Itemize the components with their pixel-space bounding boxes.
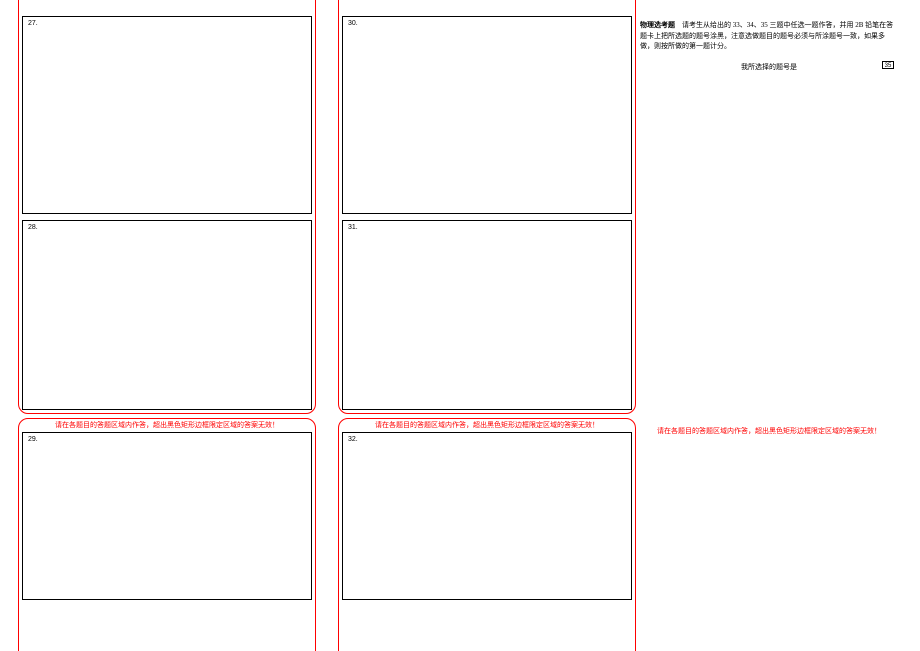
column-2: 30. 31. 请在各题目的答题区域内作答，超出黑色矩形边框限定区域的答案无效！… <box>342 0 632 651</box>
question-box-28: 28. <box>22 220 312 410</box>
question-number-28: 28. <box>28 224 38 231</box>
warning-text-col2: 请在各题目的答题区域内作答，超出黑色矩形边框限定区域的答案无效！ <box>338 420 636 430</box>
question-number-32: 32. <box>348 436 358 443</box>
choose-label: 我所选择的题号是 <box>640 62 898 72</box>
question-box-31: 31. <box>342 220 632 410</box>
optional-section: 物理选考题 请考生从给出的 33、34、35 三题中任选一题作答，并用 2B 铅… <box>640 20 898 52</box>
warning-strip-col2: 请在各题目的答题区域内作答，超出黑色矩形边框限定区域的答案无效！ <box>338 418 636 430</box>
answer-sheet-page: 27. 28. 请在各题目的答题区域内作答，超出黑色矩形边框限定区域的答案无效！… <box>0 0 920 651</box>
question-number-30: 30. <box>348 20 358 27</box>
question-number-31: 31. <box>348 224 358 231</box>
optional-instructions: 请考生从给出的 33、34、35 三题中任选一题作答，并用 2B 铅笔在答题卡上… <box>640 21 893 50</box>
question-box-27: 27. <box>22 16 312 214</box>
question-box-30: 30. <box>342 16 632 214</box>
question-number-29: 29. <box>28 436 38 443</box>
warning-strip-col1: 请在各题目的答题区域内作答，超出黑色矩形边框限定区域的答案无效！ <box>18 418 316 430</box>
column-1: 27. 28. 请在各题目的答题区域内作答，超出黑色矩形边框限定区域的答案无效！… <box>22 0 312 651</box>
choose-number-box[interactable]: 35 <box>882 61 894 69</box>
question-box-29: 29. <box>22 432 312 600</box>
question-box-32: 32. <box>342 432 632 600</box>
optional-title: 物理选考题 <box>640 21 675 29</box>
warning-text-col1: 请在各题目的答题区域内作答，超出黑色矩形边框限定区域的答案无效！ <box>18 420 316 430</box>
column-3: 物理选考题 请考生从给出的 33、34、35 三题中任选一题作答，并用 2B 铅… <box>640 0 898 651</box>
warning-text-col3: 请在各题目的答题区域内作答，超出黑色矩形边框限定区域的答案无效！ <box>640 426 898 436</box>
warning-strip-col3: 请在各题目的答题区域内作答，超出黑色矩形边框限定区域的答案无效！ <box>640 424 898 434</box>
question-number-27: 27. <box>28 20 38 27</box>
